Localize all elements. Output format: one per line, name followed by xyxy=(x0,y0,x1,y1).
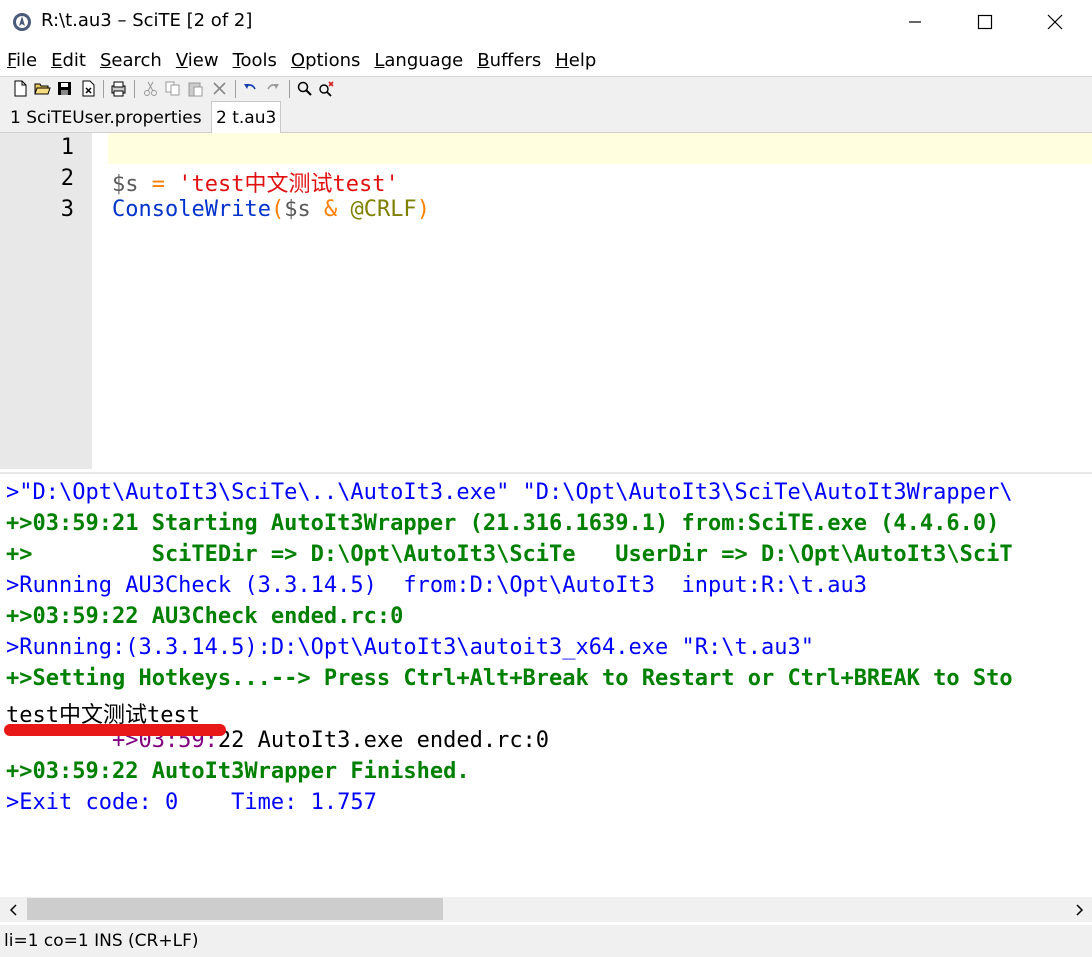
toolbar-separator xyxy=(134,80,135,98)
status-bar: li=1 co=1 INS (CR+LF) xyxy=(0,925,1092,957)
redo-icon[interactable] xyxy=(264,80,281,97)
chevron-left-icon xyxy=(9,903,17,916)
output-line: +>Setting Hotkeys...--> Press Ctrl+Alt+B… xyxy=(6,666,1013,691)
cut-icon[interactable] xyxy=(142,80,159,97)
output-pane[interactable]: >"D:\Opt\AutoIt3\SciTe\..\AutoIt3.exe" "… xyxy=(0,472,1092,899)
menu-language[interactable]: Language xyxy=(367,50,470,71)
menu-edit[interactable]: Edit xyxy=(44,50,93,71)
line-number: 1 xyxy=(60,135,74,160)
tab-t-au3[interactable]: 2 t.au3 xyxy=(211,101,282,133)
menu-help[interactable]: Help xyxy=(548,50,603,71)
tab-sciteuser-properties[interactable]: 1 SciTEUser.properties xyxy=(6,104,206,131)
replace-icon[interactable] xyxy=(318,80,335,97)
horizontal-scrollbar[interactable] xyxy=(0,897,1092,922)
toolbar-separator xyxy=(235,80,236,98)
output-line: +>03:59:22 AU3Check ended.rc:0 xyxy=(6,604,404,629)
delete-icon[interactable] xyxy=(211,80,228,97)
maximize-button[interactable] xyxy=(950,0,1020,44)
chevron-right-icon xyxy=(1075,903,1083,916)
menu-file[interactable]: File xyxy=(0,50,44,71)
code-line-3: ConsoleWrite($s & @CRLF) xyxy=(112,197,430,222)
menu-options[interactable]: Options xyxy=(284,50,367,71)
output-line: >"D:\Opt\AutoIt3\SciTe\..\AutoIt3.exe" "… xyxy=(6,480,1013,505)
title-bar: R:\t.au3 – SciTE [2 of 2] xyxy=(0,0,1092,44)
paste-icon[interactable] xyxy=(187,80,204,97)
maximize-icon xyxy=(977,14,993,30)
output-line: >Running AU3Check (3.3.14.5) from:D:\Opt… xyxy=(6,573,867,598)
scroll-left-button[interactable] xyxy=(0,897,27,922)
copy-icon[interactable] xyxy=(164,80,181,97)
tab-label: 2 t.au3 xyxy=(216,107,277,128)
undo-icon[interactable] xyxy=(242,80,259,97)
menu-bar: File Edit Search View Tools Options Lang… xyxy=(0,46,1092,74)
buffer-tabs: 1 SciTEUser.properties 2 t.au3 xyxy=(0,101,1092,133)
line-number: 2 xyxy=(60,166,74,191)
scroll-right-button[interactable] xyxy=(1065,897,1092,922)
red-underline-annotation xyxy=(4,724,226,736)
menu-tools[interactable]: Tools xyxy=(226,50,284,71)
menu-buffers[interactable]: Buffers xyxy=(470,50,548,71)
toolbar-separator xyxy=(103,80,104,98)
toolbar-separator xyxy=(289,80,290,98)
fold-margin xyxy=(92,133,108,469)
close-file-icon[interactable] xyxy=(80,80,97,97)
code-editor[interactable]: 1 2 3 $s = 'test中文测试test' ConsoleWrite($… xyxy=(0,133,1092,469)
toolbar xyxy=(0,76,1092,102)
line-number-margin: 1 2 3 xyxy=(0,133,92,469)
code-line-2: $s = 'test中文测试test' xyxy=(112,172,399,197)
output-line: +>03:59:21 Starting AutoIt3Wrapper (21.3… xyxy=(6,511,1000,536)
line-number: 3 xyxy=(60,197,74,222)
output-line: +>03:59:22 AutoIt3Wrapper Finished. xyxy=(6,759,470,784)
menu-search[interactable]: Search xyxy=(93,50,169,71)
tab-label: 1 SciTEUser.properties xyxy=(10,107,202,128)
menu-view[interactable]: View xyxy=(169,50,226,71)
close-icon xyxy=(1047,14,1063,30)
print-icon[interactable] xyxy=(110,80,127,97)
minimize-button[interactable] xyxy=(880,0,950,44)
save-icon[interactable] xyxy=(56,80,73,97)
open-folder-icon[interactable] xyxy=(34,80,51,97)
find-icon[interactable] xyxy=(296,80,313,97)
new-file-icon[interactable] xyxy=(12,80,29,97)
output-line: >Running:(3.3.14.5):D:\Opt\AutoIt3\autoi… xyxy=(6,635,814,660)
minimize-icon xyxy=(909,21,921,23)
close-button[interactable] xyxy=(1020,0,1090,44)
scroll-thumb[interactable] xyxy=(27,898,443,920)
current-line-highlight xyxy=(108,133,1092,164)
output-line: >Exit code: 0 Time: 1.757 xyxy=(6,790,377,815)
scite-app-icon xyxy=(13,13,31,31)
status-text: li=1 co=1 INS (CR+LF) xyxy=(4,931,199,951)
output-line: +> SciTEDir => D:\Opt\AutoIt3\SciTe User… xyxy=(6,542,1013,567)
window-title: R:\t.au3 – SciTE [2 of 2] xyxy=(41,10,253,31)
